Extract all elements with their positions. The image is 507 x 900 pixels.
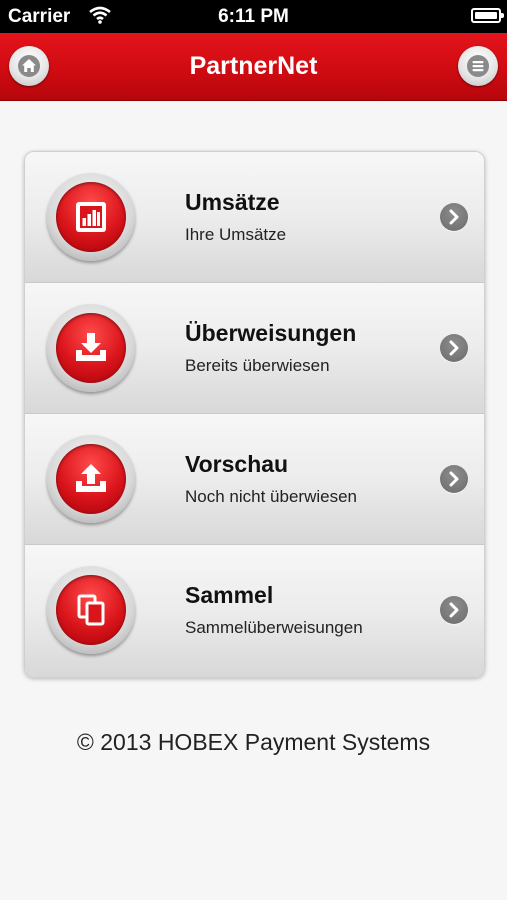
menu-item-subtitle: Bereits überwiesen: [185, 356, 330, 375]
menu-item-umsaetze[interactable]: Umsätze Ihre Umsätze: [25, 152, 484, 283]
nav-bar: PartnerNet: [0, 33, 507, 101]
menu-list: Umsätze Ihre Umsätze Überweisungen Berei…: [24, 151, 485, 678]
menu-item-ueberweisungen[interactable]: Überweisungen Bereits überwiesen: [25, 283, 484, 414]
menu-item-title: Sammel: [185, 582, 274, 608]
chevron-right-icon: [440, 596, 468, 624]
battery-icon: [471, 8, 504, 23]
menu-item-title: Umsätze: [185, 189, 280, 215]
menu-item-icon-ring: [47, 304, 135, 392]
menu-item-subtitle: Sammelüberweisungen: [185, 618, 363, 637]
menu-item-title: Vorschau: [185, 451, 289, 477]
status-bar: Carrier 6:11 PM: [0, 0, 507, 33]
menu-item-icon-ring: [47, 435, 135, 523]
copyright-footer: © 2013 HOBEX Payment Systems: [76, 729, 431, 755]
chevron-right-icon: [440, 334, 468, 362]
menu-item-subtitle: Ihre Umsätze: [185, 225, 287, 244]
menu-button[interactable]: [458, 46, 498, 86]
menu-item-vorschau[interactable]: Vorschau Noch nicht überwiesen: [25, 414, 484, 545]
menu-item-icon-ring: [47, 566, 135, 654]
menu-item-sammel[interactable]: Sammel Sammelüberweisungen: [25, 545, 484, 677]
page-title: PartnerNet: [189, 52, 318, 80]
documents-icon: [77, 594, 105, 626]
clock: 6:11 PM: [218, 6, 289, 27]
main-content: Umsätze Ihre Umsätze Überweisungen Berei…: [0, 101, 507, 900]
chevron-right-icon: [440, 465, 468, 493]
chevron-right-icon: [440, 203, 468, 231]
menu-icon: [467, 55, 489, 77]
menu-item-icon-ring: [47, 173, 135, 261]
bar-chart-icon: [76, 202, 106, 232]
download-tray-icon: [76, 333, 106, 361]
upload-tray-icon: [76, 464, 106, 492]
menu-item-subtitle: Noch nicht überwiesen: [185, 487, 357, 506]
menu-item-title: Überweisungen: [185, 320, 357, 346]
